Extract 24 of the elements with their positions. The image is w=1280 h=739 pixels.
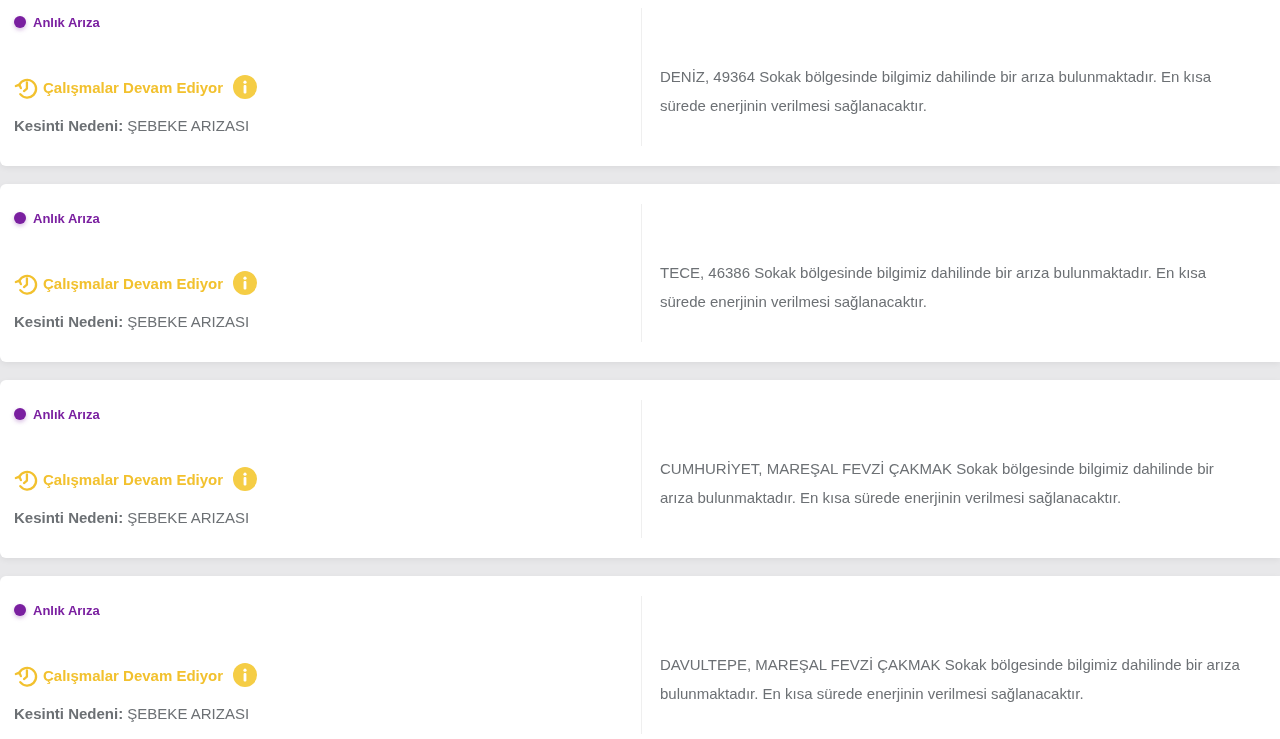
outage-description: DAVULTEPE, MAREŞAL FEVZİ ÇAKMAK Sokak bölgesinde bilgimiz dahilinde bir arıza bulunmaktadır. En kısa sürede enerjinin verilmesi sağlanacaktır. [660, 655, 1241, 704]
outage-reason: Kesinti Nedeni: ŞEBEKE ARIZASI [14, 704, 250, 724]
info-icon[interactable] [233, 663, 258, 687]
status-text: Çalışmalar Devam Ediyor [43, 666, 224, 684]
status-text: Çalışmalar Devam Ediyor [43, 78, 224, 96]
status-dot-icon [14, 604, 26, 616]
outage-description: CUMHURİYET, MAREŞAL FEVZİ ÇAKMAK Sokak bölgesinde bilgimiz dahilinde bir arıza bulunmaktadır. En kısa sürede enerjinin verilmesi sağlanacaktır. [660, 459, 1215, 508]
info-icon[interactable] [233, 75, 258, 99]
info-icon[interactable] [233, 271, 258, 295]
status-dot-icon [14, 16, 26, 28]
status-text: Çalışmalar Devam Ediyor [43, 274, 224, 292]
outage-type-label: Anlık Arıza [33, 602, 100, 618]
status-dot-icon [14, 408, 26, 420]
outage-description: TECE, 46386 Sokak bölgesinde bilgimiz dahilinde bir arıza bulunmaktadır. En kısa sürede enerjinin verilmesi sağlanacaktır. [660, 263, 1208, 312]
outage-reason: Kesinti Nedeni: ŞEBEKE ARIZASI [14, 508, 250, 528]
outage-reason: Kesinti Nedeni: ŞEBEKE ARIZASI [14, 312, 250, 332]
status-dot-icon [14, 212, 26, 224]
outage-description: DENİZ, 49364 Sokak bölgesinde bilgimiz dahilinde bir arıza bulunmaktadır. En kısa sürede enerjinin verilmesi sağlanacaktır. [660, 67, 1213, 116]
info-icon[interactable] [233, 467, 258, 491]
outage-type-label: Anlık Arıza [33, 14, 100, 30]
status-text: Çalışmalar Devam Ediyor [43, 470, 224, 488]
outage-type-label: Anlık Arıza [33, 210, 100, 226]
outage-reason: Kesinti Nedeni: ŞEBEKE ARIZASI [14, 116, 250, 136]
outage-type-label: Anlık Arıza [33, 406, 100, 422]
